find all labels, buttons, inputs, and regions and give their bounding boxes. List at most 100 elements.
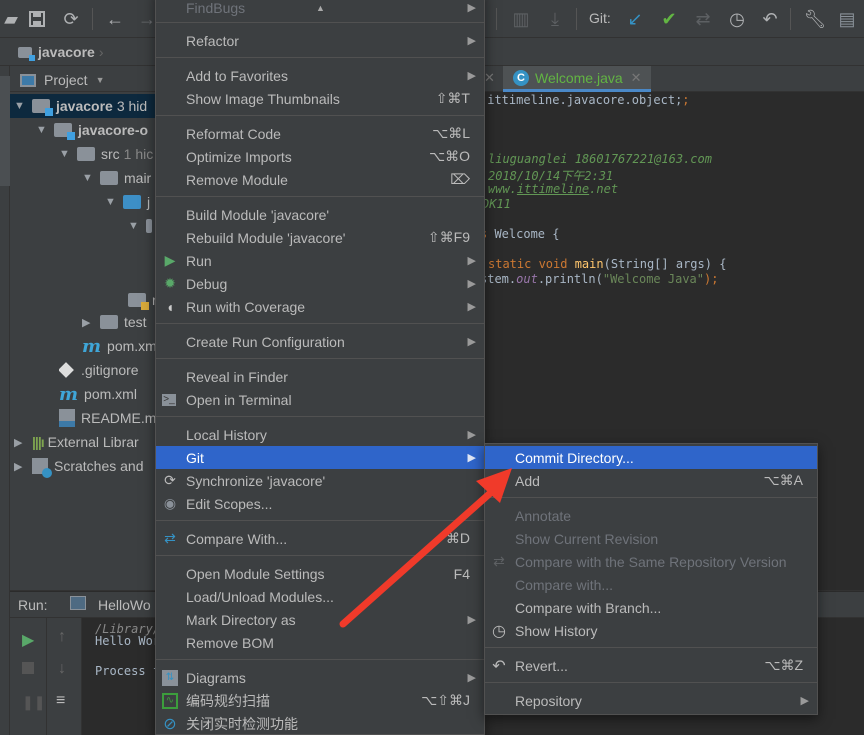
- menu-item-refactor[interactable]: Refactor ▶: [156, 29, 484, 52]
- menu-item-diagrams[interactable]: ⇅ Diagrams ▶: [156, 666, 484, 689]
- pause-icon[interactable]: ❚❚: [22, 694, 45, 711]
- close-tab-icon[interactable]: ✕: [631, 70, 642, 86]
- resources-folder-icon: [128, 293, 149, 310]
- tree-node-pom-inner[interactable]: m pom.xm: [82, 334, 160, 358]
- menu-item-show-history[interactable]: ◷ Show History: [485, 619, 817, 642]
- menu-item-load-unload-modules[interactable]: Load/Unload Modules...: [156, 585, 484, 608]
- menu-item-create-run-configuration[interactable]: Create Run Configuration ▶: [156, 330, 484, 353]
- tab-welcome-java[interactable]: C Welcome.java ✕: [503, 66, 651, 92]
- menu-item-compare-with-branch[interactable]: Compare with Branch...: [485, 596, 817, 619]
- menu-item-synchronize[interactable]: ⟳ Synchronize 'javacore': [156, 469, 484, 492]
- git-history-icon[interactable]: ◷: [726, 8, 748, 30]
- scroll-down-icon[interactable]: ↓: [58, 660, 66, 678]
- run-output-line: Process f: [95, 664, 161, 678]
- menu-item-run-with-coverage[interactable]: ◖ Run with Coverage ▶: [156, 295, 484, 318]
- menu-item-local-history[interactable]: Local History ▶: [156, 423, 484, 446]
- expand-arrow-icon[interactable]: ▼: [128, 220, 140, 232]
- menu-item-build-module[interactable]: Build Module 'javacore': [156, 203, 484, 226]
- tree-node-external-libraries[interactable]: ▶ |||ı External Librar: [14, 430, 160, 454]
- run-config-tab[interactable]: HelloWo: [98, 597, 151, 613]
- settings-wrench-icon[interactable]: 🔧︎: [804, 8, 827, 30]
- expand-arrow-icon[interactable]: ▼: [82, 172, 94, 184]
- build-icon[interactable]: ▥: [510, 8, 532, 30]
- expand-arrow-icon[interactable]: ▼: [36, 124, 48, 136]
- collapse-arrow-icon[interactable]: ▶: [82, 316, 94, 329]
- git-commit-icon[interactable]: ✔: [658, 8, 680, 30]
- git-update-icon[interactable]: ↙: [624, 8, 646, 30]
- menu-item-compare-same-repository-version[interactable]: ⇄ Compare with the Same Repository Versio…: [485, 550, 817, 573]
- menu-item-reveal-in-finder[interactable]: Reveal in Finder: [156, 365, 484, 388]
- scroll-up-icon[interactable]: ▲: [316, 3, 325, 13]
- tree-node-test[interactable]: ▶ test: [82, 310, 160, 334]
- breadcrumb[interactable]: javacore ›: [18, 44, 104, 61]
- menu-item-debug[interactable]: ✹ Debug ▶: [156, 272, 484, 295]
- tree-node-gitignore[interactable]: .gitignore: [59, 358, 160, 382]
- tree-node-scratches[interactable]: ▶ Scratches and: [14, 454, 160, 478]
- project-stripe-button[interactable]: [0, 76, 10, 186]
- tree-node-src[interactable]: ▼ src 1 hic: [59, 142, 160, 166]
- menu-item-remove-bom[interactable]: Remove BOM: [156, 631, 484, 654]
- menu-item-findbugs[interactable]: FindBugs ▲ ▶: [156, 0, 484, 19]
- expand-arrow-icon[interactable]: ▼: [105, 196, 117, 208]
- menu-item-rebuild-module[interactable]: Rebuild Module 'javacore' ⇧⌘F9: [156, 226, 484, 249]
- menu-item-code-scan[interactable]: ∿ 编码规约扫描 ⌥⇧⌘J: [156, 689, 484, 712]
- package-icon: [146, 219, 152, 233]
- code-link[interactable]: ittimeline: [517, 182, 589, 196]
- toolbar-separator: [790, 8, 791, 30]
- menu-item-add[interactable]: Add ⌥⌘A: [485, 469, 817, 492]
- collapse-arrow-icon[interactable]: ▶: [14, 436, 26, 449]
- rerun-icon[interactable]: ▶: [22, 630, 34, 650]
- collapse-arrow-icon[interactable]: ▶: [14, 460, 26, 473]
- menu-item-edit-scopes[interactable]: ◉ Edit Scopes...: [156, 492, 484, 515]
- menu-item-show-image-thumbnails[interactable]: Show Image Thumbnails ⇧⌘T: [156, 87, 484, 110]
- submenu-arrow-icon: ▶: [467, 452, 476, 464]
- menu-item-revert[interactable]: ↶ Revert... ⌥⌘Z: [485, 654, 817, 677]
- scroll-up-icon[interactable]: ↑: [58, 628, 66, 646]
- menu-item-show-current-revision[interactable]: Show Current Revision: [485, 527, 817, 550]
- menu-item-compare-with[interactable]: Compare with...: [485, 573, 817, 596]
- submenu-arrow-icon: ▶: [467, 278, 476, 290]
- expand-arrow-icon[interactable]: ▼: [14, 100, 26, 112]
- menu-item-compare-with[interactable]: ⇄ Compare With... ⌘D: [156, 527, 484, 550]
- menu-item-commit-directory[interactable]: Commit Directory...: [485, 446, 817, 469]
- save-icon[interactable]: [26, 8, 48, 30]
- tree-node-pom[interactable]: m pom.xml: [59, 382, 160, 406]
- shortcut-label: ⇧⌘F9: [427, 229, 470, 245]
- git-compare-icon[interactable]: ⇄: [692, 8, 714, 30]
- tree-node-readme[interactable]: README.m: [59, 406, 160, 430]
- tree-node-javacore-o[interactable]: ▼ javacore-o: [36, 118, 160, 142]
- menu-item-reformat-code[interactable]: Reformat Code ⌥⌘L: [156, 122, 484, 145]
- git-revert-icon[interactable]: ↶: [759, 8, 781, 30]
- stop-icon[interactable]: [22, 662, 34, 674]
- tree-node-javacore[interactable]: ▼ javacore 3 hid: [10, 94, 160, 118]
- menu-item-open-module-settings[interactable]: Open Module Settings F4: [156, 562, 484, 585]
- breadcrumb-separator-icon: ›: [98, 44, 104, 60]
- breadcrumb-root[interactable]: javacore: [38, 44, 95, 60]
- tree-node-main[interactable]: ▼ mair: [82, 166, 160, 190]
- tree-node-java[interactable]: ▼ j: [105, 190, 160, 214]
- soft-wrap-icon[interactable]: ≡: [56, 692, 65, 710]
- project-view-selector[interactable]: Project ▼: [20, 72, 105, 88]
- expand-arrow-icon[interactable]: ▼: [59, 148, 71, 160]
- menu-item-optimize-imports[interactable]: Optimize Imports ⌥⌘O: [156, 145, 484, 168]
- back-icon[interactable]: ←: [104, 8, 126, 30]
- menu-item-mark-directory-as[interactable]: Mark Directory as ▶: [156, 608, 484, 631]
- menu-item-annotate[interactable]: Annotate: [485, 504, 817, 527]
- tree-node-label: Scratches and: [54, 458, 144, 474]
- shortcut-label: ⌥⌘A: [763, 472, 803, 488]
- project-structure-icon[interactable]: ▤: [836, 8, 858, 30]
- menu-item-disable-detection[interactable]: ⊘ 关闭实时检测功能: [156, 712, 484, 735]
- scratches-icon: [32, 458, 52, 478]
- menu-item-run[interactable]: ▶ Run ▶: [156, 249, 484, 272]
- menu-item-add-to-favorites[interactable]: Add to Favorites ▶: [156, 64, 484, 87]
- menu-item-git[interactable]: Git ▶: [156, 446, 484, 469]
- deploy-icon[interactable]: ⤓: [544, 8, 566, 30]
- sync-icon[interactable]: ⟳: [60, 8, 82, 30]
- menu-item-open-in-terminal[interactable]: >_ Open in Terminal: [156, 388, 484, 411]
- open-folder-icon[interactable]: ▰: [0, 8, 22, 30]
- code-main-method: static void main(String[] args) {: [488, 257, 727, 271]
- menu-item-repository[interactable]: Repository ▶: [485, 689, 817, 712]
- close-tab-icon[interactable]: ✕: [484, 70, 495, 86]
- tree-node-label: pom.xm: [107, 338, 157, 354]
- menu-item-remove-module[interactable]: Remove Module ⌦: [156, 168, 484, 191]
